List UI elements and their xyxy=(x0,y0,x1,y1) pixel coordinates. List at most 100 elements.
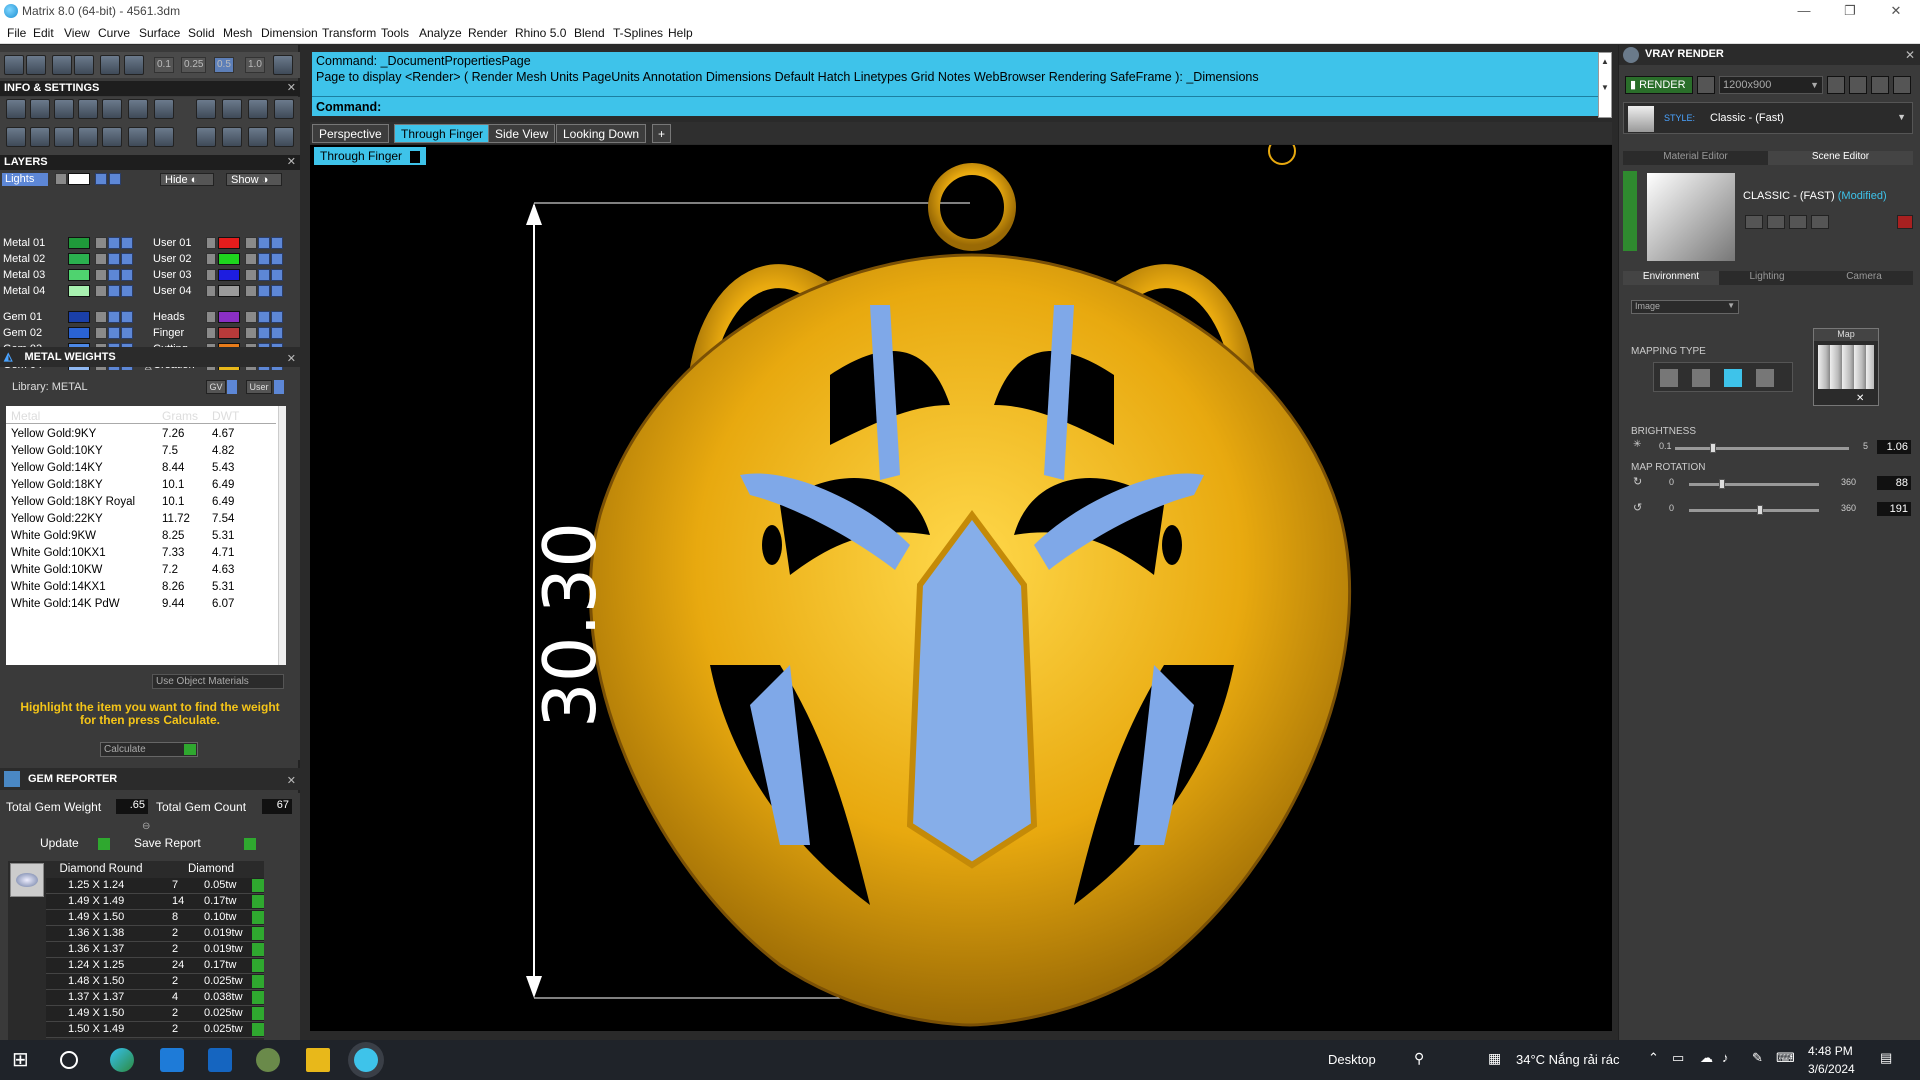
close-icon[interactable]: ✕ xyxy=(287,81,296,96)
sphere-icon[interactable] xyxy=(154,99,174,119)
close-button[interactable]: ✕ xyxy=(1876,2,1916,20)
layer-row[interactable]: Finger xyxy=(150,326,298,340)
play-icon[interactable] xyxy=(252,1007,264,1020)
layer-lock-icon[interactable] xyxy=(258,285,270,297)
show-button[interactable]: Show ◑ xyxy=(226,173,282,186)
gem-row[interactable]: 1.49 X 1.49 14 0.17tw xyxy=(46,894,264,910)
camera-icon[interactable] xyxy=(1697,76,1715,94)
cloud-icon[interactable]: ☁ xyxy=(1700,1050,1713,1066)
menu-file[interactable]: File xyxy=(7,26,26,40)
layer-row[interactable]: User 02 xyxy=(150,252,298,266)
windows-start-icon[interactable]: ⊞ xyxy=(12,1048,36,1072)
layer-lock-icon[interactable] xyxy=(108,253,120,265)
table-row[interactable]: Yellow Gold:18KY 10.1 6.49 xyxy=(6,477,276,494)
mapping-sphere-icon[interactable] xyxy=(1724,369,1742,387)
layer-color-swatch[interactable] xyxy=(218,253,240,265)
table-row[interactable]: Yellow Gold:22KY 11.72 7.54 xyxy=(6,511,276,528)
rotation-slider-1[interactable] xyxy=(1689,483,1819,486)
menu-view[interactable]: View xyxy=(64,26,90,40)
update-button[interactable]: Update xyxy=(40,836,112,852)
branch-icon[interactable] xyxy=(128,127,148,147)
add-tab-button[interactable]: + xyxy=(652,124,672,143)
gv-toggle[interactable] xyxy=(227,380,237,394)
menu-blend[interactable]: Blend xyxy=(574,26,605,40)
layer-visible-icon[interactable] xyxy=(95,311,107,323)
menu-transform[interactable]: Transform xyxy=(322,26,376,40)
menu-tools[interactable]: Tools xyxy=(381,26,409,40)
layout-icon[interactable] xyxy=(6,127,26,147)
minimize-button[interactable]: — xyxy=(1784,2,1824,20)
menu-render[interactable]: Render xyxy=(468,26,507,40)
layer-visible-icon[interactable] xyxy=(245,269,257,281)
layer-visible-icon[interactable] xyxy=(245,253,257,265)
load-icon[interactable] xyxy=(1767,215,1785,229)
nudge-0-25[interactable]: 0.25 xyxy=(181,57,207,73)
cylinder-icon[interactable] xyxy=(78,127,98,147)
app-icon[interactable] xyxy=(256,1048,280,1072)
play-icon[interactable] xyxy=(252,975,264,988)
gem-row[interactable]: 1.36 X 1.38 2 0.019tw xyxy=(46,926,264,942)
layer-expand-icon[interactable] xyxy=(206,269,216,281)
pencil-icon[interactable] xyxy=(128,99,148,119)
layer-print-icon[interactable] xyxy=(271,311,283,323)
tab-perspective[interactable]: Perspective xyxy=(312,124,389,143)
layer-expand-icon[interactable] xyxy=(206,253,216,265)
scroll-down-icon[interactable]: ▼ xyxy=(1601,83,1609,92)
layer-color-swatch[interactable] xyxy=(68,327,90,339)
lights-lock[interactable] xyxy=(95,173,107,185)
menu-mesh[interactable]: Mesh xyxy=(223,26,252,40)
weather-icon[interactable]: ▦ xyxy=(1488,1050,1501,1067)
3d-viewport[interactable]: Through Finger 30.30 xyxy=(310,145,1612,1031)
layer-print-icon[interactable] xyxy=(271,269,283,281)
table-row[interactable]: Yellow Gold:18KY Royal 10.1 6.49 xyxy=(6,494,276,511)
layer-row[interactable]: Metal 01 xyxy=(0,236,148,250)
menu-dimension[interactable]: Dimension xyxy=(261,26,318,40)
clear-map-icon[interactable]: ✕ xyxy=(1856,393,1864,404)
weather-text[interactable]: 34°C Nắng rải rác xyxy=(1516,1052,1619,1067)
mail-icon[interactable] xyxy=(208,1048,232,1072)
menu-edit[interactable]: Edit xyxy=(33,26,54,40)
layer-color-swatch[interactable] xyxy=(218,327,240,339)
save-icon[interactable] xyxy=(1745,215,1763,229)
frame-icon[interactable] xyxy=(1849,76,1867,94)
scatter-icon[interactable] xyxy=(248,127,268,147)
map-preview[interactable]: Map ✕ xyxy=(1813,328,1879,406)
layer-visible-icon[interactable] xyxy=(245,237,257,249)
box-icon[interactable] xyxy=(154,127,174,147)
layer-lock-icon[interactable] xyxy=(108,237,120,249)
layer-color-swatch[interactable] xyxy=(68,311,90,323)
monitor-icon[interactable] xyxy=(30,127,50,147)
layer-visible-icon[interactable] xyxy=(95,237,107,249)
rewind-icon[interactable] xyxy=(1827,76,1845,94)
layer-visible-icon[interactable] xyxy=(95,269,107,281)
tab-material-editor[interactable]: Material Editor xyxy=(1623,151,1768,165)
layer-row[interactable]: Metal 04 xyxy=(0,284,148,298)
menu-tsplines[interactable]: T-Splines xyxy=(613,26,663,40)
ruler-icon[interactable] xyxy=(274,99,294,119)
zoom-icon[interactable] xyxy=(30,99,50,119)
close-icon[interactable]: ✕ xyxy=(287,770,296,792)
nudge-0-1[interactable]: 0.1 xyxy=(154,57,174,73)
layer-print-icon[interactable] xyxy=(271,285,283,297)
play-icon[interactable] xyxy=(252,895,264,908)
layer-lock-icon[interactable] xyxy=(108,327,120,339)
menu-surface[interactable]: Surface xyxy=(139,26,180,40)
gem-row[interactable]: 1.36 X 1.37 2 0.019tw xyxy=(46,942,264,958)
layer-visible-icon[interactable] xyxy=(95,285,107,297)
scroll-up-icon[interactable]: ▲ xyxy=(1601,57,1609,66)
rotation-knob-2[interactable] xyxy=(1757,505,1763,515)
play-icon[interactable] xyxy=(252,991,264,1004)
clock-date[interactable]: 3/6/2024 xyxy=(1808,1062,1855,1076)
edge-icon[interactable] xyxy=(110,1048,134,1072)
tab-camera[interactable]: Camera xyxy=(1815,271,1913,285)
layer-expand-icon[interactable] xyxy=(206,237,216,249)
layer-print-icon[interactable] xyxy=(121,237,133,249)
layer-print-icon[interactable] xyxy=(121,253,133,265)
filter-icon[interactable] xyxy=(102,127,122,147)
save-report-button[interactable]: Save Report xyxy=(134,836,258,852)
table-row[interactable]: White Gold:10KW 7.2 4.63 xyxy=(6,562,276,579)
layer-print-icon[interactable] xyxy=(271,253,283,265)
env-type-dropdown[interactable]: Image ▼ xyxy=(1631,300,1739,314)
table-row[interactable]: White Gold:14K PdW 9.44 6.07 xyxy=(6,596,276,613)
table-row[interactable]: White Gold:9KW 8.25 5.31 xyxy=(6,528,276,545)
